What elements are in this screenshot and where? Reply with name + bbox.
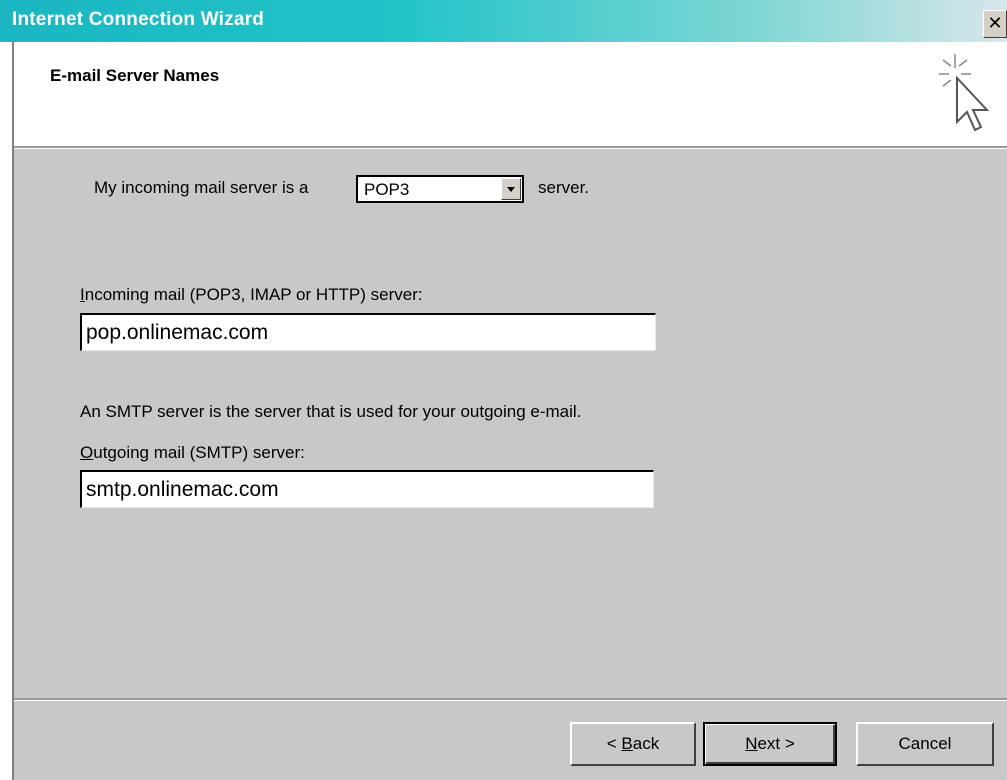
title-bar[interactable]: Internet Connection Wizard ✕ bbox=[0, 0, 1007, 42]
window-left-border bbox=[0, 42, 14, 780]
chevron-down-icon[interactable] bbox=[501, 178, 521, 200]
smtp-description: An SMTP server is the server that is use… bbox=[80, 402, 582, 421]
wizard-window: Internet Connection Wizard ✕ E-mail Serv… bbox=[0, 0, 1007, 780]
next-button[interactable]: Next > bbox=[703, 722, 837, 766]
wizard-cursor-sparkle-icon bbox=[939, 54, 990, 132]
window-title: Internet Connection Wizard bbox=[12, 9, 265, 30]
incoming-server-label: Incoming mail (POP3, IMAP or HTTP) serve… bbox=[80, 285, 423, 304]
close-icon: ✕ bbox=[987, 13, 1003, 33]
incoming-type-label: My incoming mail server is a bbox=[94, 178, 309, 197]
close-button[interactable]: ✕ bbox=[983, 10, 1007, 38]
cancel-button[interactable]: Cancel bbox=[856, 722, 994, 766]
footer-divider bbox=[14, 698, 1007, 701]
incoming-server-type-value: POP3 bbox=[364, 180, 410, 199]
incoming-server-field[interactable]: pop.onlinemac.com bbox=[80, 313, 656, 351]
header-divider bbox=[14, 146, 1007, 149]
incoming-type-suffix: server. bbox=[538, 178, 590, 197]
outgoing-server-label: Outgoing mail (SMTP) server: bbox=[80, 443, 305, 462]
wizard-header: E-mail Server Names bbox=[14, 42, 1007, 146]
outgoing-server-field[interactable]: smtp.onlinemac.com bbox=[80, 470, 654, 508]
back-button[interactable]: < Back bbox=[570, 722, 696, 766]
page-title: E-mail Server Names bbox=[50, 66, 220, 85]
incoming-server-type-select[interactable]: POP3 bbox=[356, 175, 524, 203]
